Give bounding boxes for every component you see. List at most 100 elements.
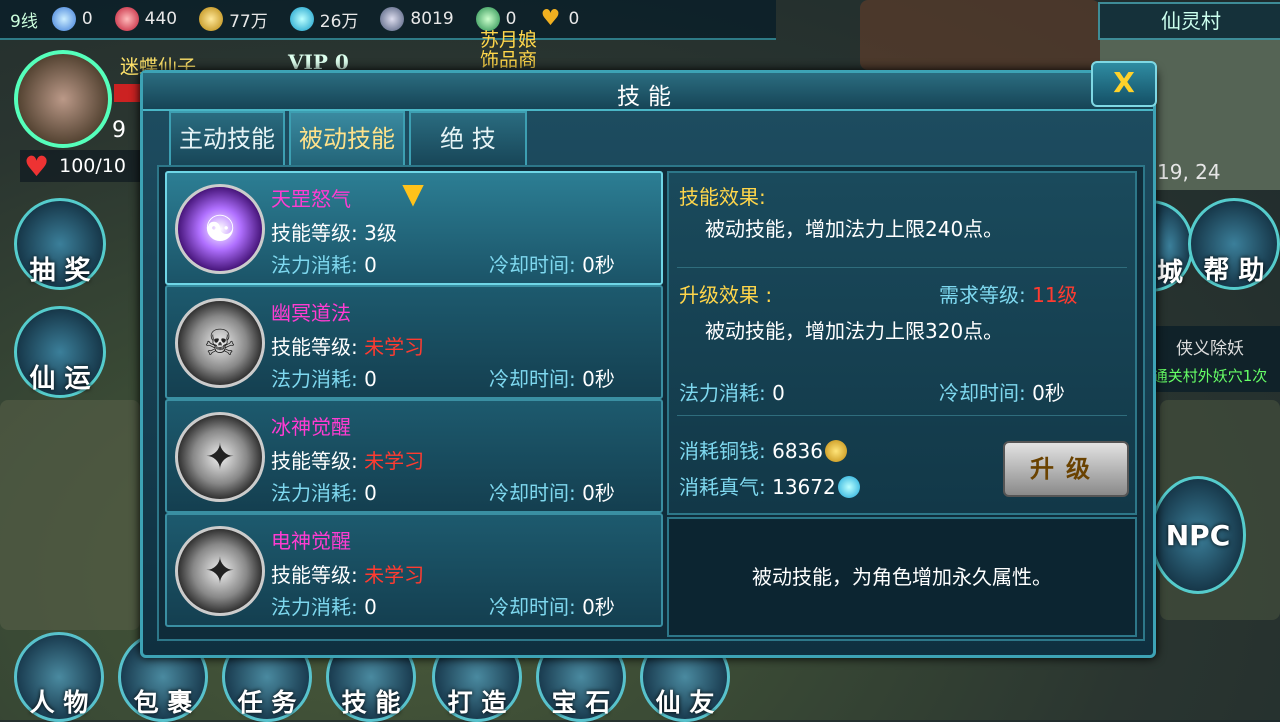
- skill-cd-value: 0秒: [582, 367, 615, 391]
- skill-cd-label: 冷却时间:: [489, 253, 576, 277]
- skill-mp-label: 法力消耗:: [271, 253, 358, 277]
- resource-diamond: 0: [51, 7, 93, 31]
- background-path: [0, 400, 140, 630]
- fortune-label: 仙 运: [29, 364, 91, 394]
- skill-cd-row: 冷却时间: 0秒: [489, 249, 615, 278]
- lottery-button[interactable]: 抽 奖: [14, 198, 106, 290]
- tab-active-skills[interactable]: 主动技能: [169, 111, 285, 165]
- warrior-silhouette-icon: ✦: [175, 412, 265, 502]
- close-button[interactable]: X: [1091, 61, 1157, 107]
- skill-level-value: 未学习: [364, 335, 425, 359]
- skill-mp-row: 法力消耗: 0: [271, 477, 377, 506]
- tab-ultimate-skills[interactable]: 绝 技: [409, 111, 527, 165]
- player-avatar[interactable]: [14, 50, 112, 148]
- skill-detail-pane: 技能效果: 被动技能，增加法力上限240点。 升级效果 : 需求等级: 11级 …: [667, 171, 1137, 515]
- help-button[interactable]: 帮 助: [1188, 198, 1280, 290]
- skill-level-row: 技能等级: 未学习: [271, 445, 424, 474]
- skill-level-value: 3级: [364, 221, 397, 245]
- upgrade-text: 被动技能，增加法力上限320点。: [705, 319, 1004, 343]
- skill-mp-row: 法力消耗: 0: [271, 591, 377, 620]
- player-coordinates: 19, 24: [1157, 160, 1221, 184]
- copper-cost-label: 消耗铜钱:: [679, 439, 766, 463]
- copper-coin-icon: [825, 440, 848, 462]
- resource-eye-orb: 8019: [380, 7, 454, 31]
- eye-orb-icon: [380, 7, 405, 31]
- help-label: 帮 助: [1203, 256, 1265, 286]
- skill-cd-value: 0秒: [582, 253, 615, 277]
- skill-name: 冰神觉醒: [271, 415, 351, 439]
- city-button[interactable]: 城: [1150, 200, 1193, 292]
- skill-level-row: 技能等级: 未学习: [271, 331, 424, 360]
- resource-gold: 77万: [199, 7, 268, 32]
- resource-jade: 0: [475, 7, 516, 31]
- divider: [677, 415, 1127, 416]
- map-name[interactable]: 仙灵村: [1098, 2, 1280, 40]
- skill-level-label: 技能等级:: [271, 221, 358, 245]
- skill-mp-label: 法力消耗:: [271, 481, 358, 505]
- npc-label[interactable]: 苏月娘 饰品商: [480, 30, 537, 70]
- detail-mp: 法力消耗: 0: [679, 377, 785, 406]
- skill-cd-label: 冷却时间:: [489, 367, 576, 391]
- npc-button[interactable]: NPC: [1150, 476, 1246, 594]
- qi-cost: 消耗真气: 13672: [679, 471, 860, 500]
- hp-display: ♥ 100/10: [20, 149, 140, 183]
- effect-title: 技能效果:: [679, 185, 766, 209]
- copper-cost: 消耗铜钱: 6836: [679, 435, 848, 464]
- skill-dialog: 技能 X 主动技能 被动技能 绝 技 ☯ 天罡怒气 ▼ 技能等级: 3级 法力消…: [140, 61, 1157, 658]
- nav-friends-label: 仙 友: [655, 688, 715, 717]
- skill-name: 天罡怒气: [271, 187, 351, 211]
- skill-row[interactable]: ☠ 幽冥道法 技能等级: 未学习 法力消耗: 0 冷却时间: 0秒: [165, 285, 663, 399]
- required-level: 需求等级: 11级: [939, 279, 1078, 308]
- skill-mp-label: 法力消耗:: [271, 367, 358, 391]
- skill-name: 幽冥道法: [271, 301, 351, 325]
- qi-energy-icon: [837, 476, 860, 498]
- fortune-button[interactable]: 仙 运: [14, 306, 106, 398]
- quest-tracker[interactable]: 侠义除妖 通关村外妖穴1次: [1140, 326, 1280, 392]
- skill-level-value: 未学习: [364, 449, 425, 473]
- qi-cost-label: 消耗真气:: [679, 475, 766, 499]
- resource-bar: 9线 0 440 77万 26万 8019 0 ♥ 0: [0, 0, 776, 40]
- detail-mp-label: 法力消耗:: [679, 381, 766, 405]
- skill-row[interactable]: ✦ 电神觉醒 技能等级: 未学习 法力消耗: 0 冷却时间: 0秒: [165, 513, 663, 627]
- skill-cd-label: 冷却时间:: [489, 595, 576, 619]
- tab-passive-skills[interactable]: 被动技能: [289, 111, 405, 165]
- skill-row[interactable]: ☯ 天罡怒气 ▼ 技能等级: 3级 法力消耗: 0 冷却时间: 0秒: [165, 171, 663, 285]
- upgrade-button[interactable]: 升级: [1003, 441, 1129, 497]
- server-line-label[interactable]: 9线: [0, 7, 52, 32]
- skill-name: 电神觉醒: [271, 529, 351, 553]
- copper-cost-value: 6836: [772, 439, 824, 463]
- skill-level-row: 技能等级: 未学习: [271, 559, 424, 588]
- player-level: 9: [112, 118, 126, 143]
- nav-quest-label: 任 务: [237, 688, 297, 717]
- spirit-energy-icon: [289, 7, 314, 31]
- quest-title: 侠义除妖: [1176, 339, 1244, 359]
- gold-coin-icon: [199, 7, 224, 31]
- skill-mp-value: 0: [364, 367, 377, 391]
- warrior-silhouette-icon: ✦: [175, 526, 265, 616]
- jade-token-icon: [475, 7, 500, 31]
- skill-mp-row: 法力消耗: 0: [271, 249, 377, 278]
- skill-mp-value: 0: [364, 481, 377, 505]
- nav-skill-label: 技 能: [341, 688, 401, 717]
- lottery-label: 抽 奖: [29, 256, 91, 286]
- heart-icon: ♥: [24, 149, 50, 183]
- nav-character[interactable]: 人 物: [14, 632, 104, 722]
- skill-cd-row: 冷却时间: 0秒: [489, 363, 615, 392]
- background-roof: [860, 0, 1100, 70]
- skill-mp-row: 法力消耗: 0: [271, 363, 377, 392]
- diamond-icon: [51, 7, 76, 31]
- detail-mp-value: 0: [772, 381, 785, 405]
- ruby-icon: [114, 7, 139, 31]
- skill-mp-label: 法力消耗:: [271, 595, 358, 619]
- skill-level-value: 未学习: [364, 563, 425, 587]
- skill-level-row: 技能等级: 3级: [271, 217, 397, 246]
- close-icon: X: [1113, 66, 1135, 99]
- detail-cd: 冷却时间: 0秒: [939, 377, 1065, 406]
- nav-gem-label: 宝 石: [551, 688, 611, 717]
- skill-level-label: 技能等级:: [271, 449, 358, 473]
- skill-row[interactable]: ✦ 冰神觉醒 技能等级: 未学习 法力消耗: 0 冷却时间: 0秒: [165, 399, 663, 513]
- city-label: 城: [1156, 258, 1183, 288]
- divider: [677, 267, 1127, 268]
- npc-button-label: NPC: [1165, 518, 1231, 552]
- nav-bag-label: 包 裹: [133, 688, 193, 717]
